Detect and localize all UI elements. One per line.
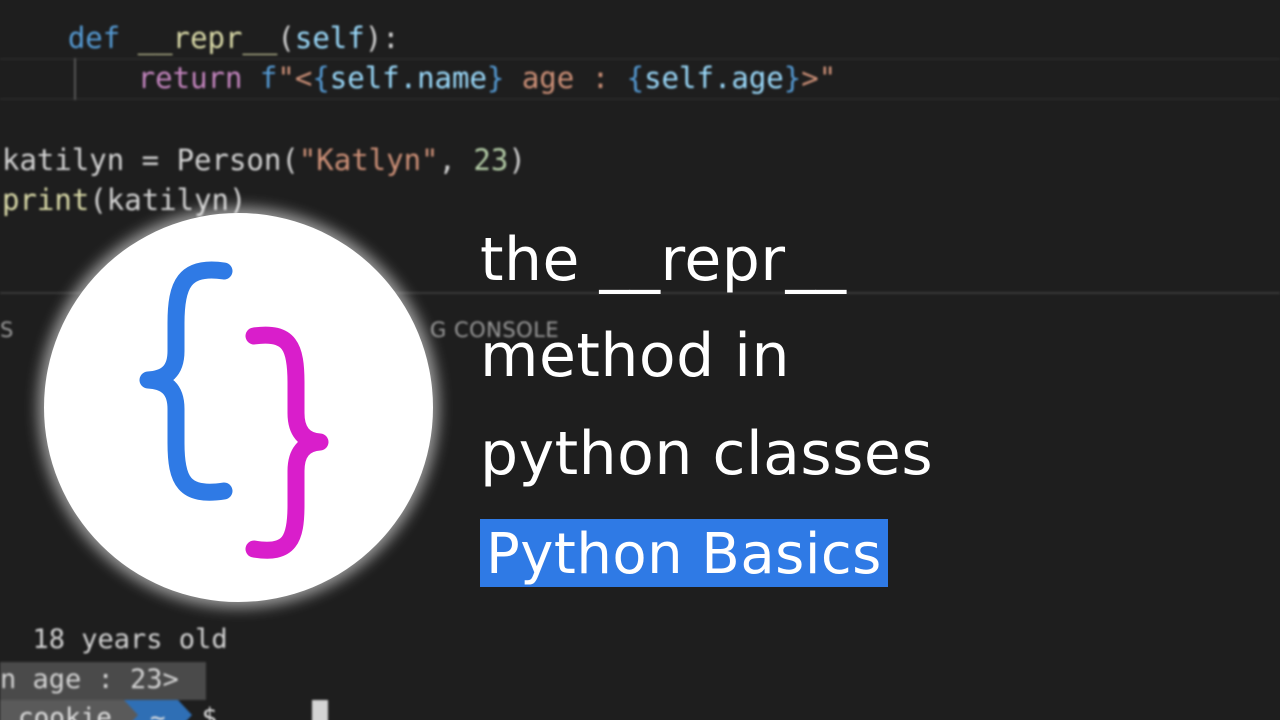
left-brace-icon	[139, 261, 233, 501]
thumbnail-stage: def __repr__(self): return f"<{self.name…	[0, 0, 1280, 720]
code-token: (	[277, 21, 295, 55]
logo-circle	[44, 213, 433, 602]
code-token: >"	[801, 61, 837, 95]
prompt-symbol: $	[201, 703, 218, 720]
title-line-3: python classes	[480, 419, 934, 489]
code-token: self.age	[644, 61, 784, 95]
code-token: f	[259, 61, 278, 95]
code-token: def	[67, 21, 121, 55]
code-token: katilyn = Person(	[2, 143, 299, 177]
code-token: "Katlyn"	[298, 143, 439, 177]
code-token: return	[137, 61, 243, 95]
code-token: {	[626, 61, 645, 95]
series-badge: Python Basics	[480, 519, 888, 587]
code-token: 23	[473, 143, 509, 177]
code-token: {	[312, 61, 330, 95]
code-token: age :	[504, 61, 627, 95]
code-token: "<	[277, 61, 313, 95]
code-token: ,	[438, 143, 474, 177]
prompt-user: cookie	[0, 700, 124, 720]
title-line-1: the __repr__	[480, 225, 847, 295]
prompt-separator-arrow	[177, 700, 192, 720]
code-token: ):	[364, 21, 400, 55]
code-token: }	[783, 61, 802, 95]
code-token: self.name	[329, 61, 487, 95]
right-brace-icon	[245, 326, 329, 559]
code-token: (katilyn)	[89, 183, 247, 217]
prompt-directory: ~	[137, 700, 178, 720]
title-line-2: method in	[480, 321, 790, 391]
terminal-output-repr: n age : 23>	[0, 664, 179, 695]
terminal-prompt: cookie ~ $	[0, 700, 227, 720]
code-token: self	[294, 21, 365, 55]
code-token: }	[486, 61, 505, 95]
terminal-cursor	[312, 700, 328, 720]
code-token: print	[2, 183, 90, 217]
code-token: )	[508, 143, 526, 177]
panel-tab-problems[interactable]: S	[0, 318, 14, 342]
code-line-instantiate: katilyn = Person("Katlyn", 23)	[2, 140, 526, 180]
code-line-def: def __repr__(self):	[0, 18, 400, 58]
prompt-separator-arrow	[123, 700, 138, 720]
terminal-output-age: 18 years old	[0, 624, 228, 655]
code-line-return: return f"<{self.name} age : {self.age}>"	[0, 58, 836, 98]
curly-braces-logo-icon	[139, 261, 329, 559]
code-token: __repr__	[137, 21, 278, 55]
